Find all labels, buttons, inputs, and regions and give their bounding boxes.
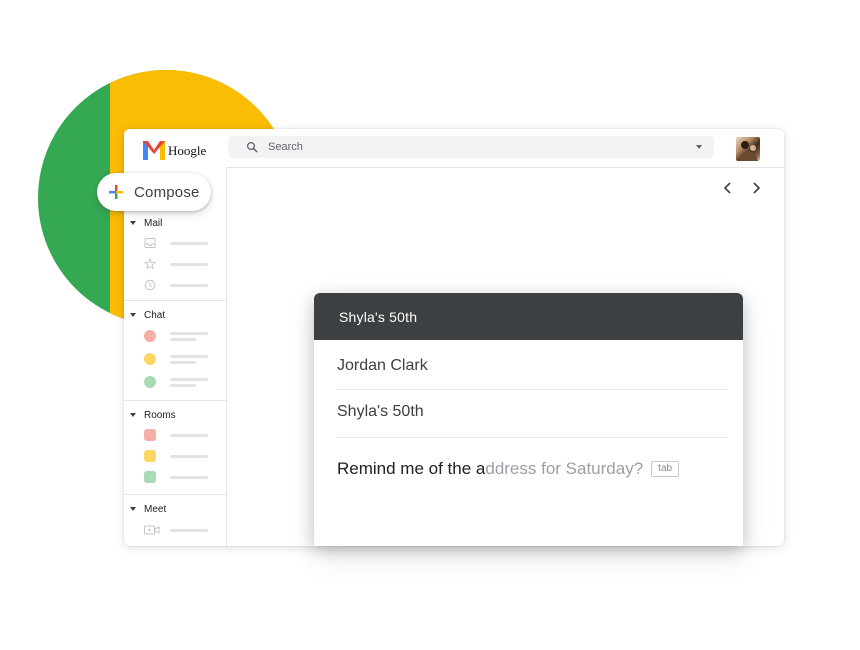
chat-item[interactable]	[144, 376, 226, 388]
card-title: Shyla's 50th	[339, 308, 418, 325]
clock-icon	[144, 279, 156, 291]
section-header-mail[interactable]: Mail	[130, 216, 162, 230]
search-bar[interactable]	[228, 136, 714, 158]
section-label: Meet	[144, 503, 167, 515]
room-icon	[144, 429, 156, 441]
inbox-icon	[144, 238, 156, 248]
chevron-down-icon	[130, 221, 136, 225]
chat-avatar	[144, 376, 156, 388]
sidebar-item-inbox[interactable]	[144, 237, 226, 249]
chevron-down-icon	[130, 313, 136, 317]
search-icon	[246, 141, 258, 153]
compose-card: Shyla's 50th Jordan Clark Shyla's 50th R…	[314, 293, 743, 546]
brand-name: Hoogle	[168, 143, 207, 158]
top-bar: Hoogle	[124, 129, 784, 168]
prev-button[interactable]	[721, 181, 735, 195]
section-header-chat[interactable]: Chat	[130, 308, 165, 322]
placeholder-line	[170, 434, 208, 437]
divider	[124, 494, 226, 495]
room-item[interactable]	[144, 429, 226, 441]
sidebar-item-snoozed[interactable]	[144, 279, 226, 291]
sidebar-item-starred[interactable]	[144, 258, 226, 270]
section-label: Rooms	[144, 409, 176, 421]
placeholder-line	[170, 263, 208, 266]
tab-key-hint: tab	[651, 461, 680, 477]
placeholder-line	[170, 529, 208, 532]
subject-text: Shyla's 50th	[337, 403, 424, 420]
room-item[interactable]	[144, 450, 226, 462]
placeholder-line	[170, 476, 208, 479]
star-icon	[144, 258, 156, 270]
chat-item[interactable]	[144, 330, 226, 342]
sidebar: Mail Chat Rooms Meet	[124, 167, 227, 546]
recipient-name: Jordan Clark	[337, 357, 428, 374]
chevron-down-icon	[130, 507, 136, 511]
compose-button[interactable]: Compose	[97, 173, 211, 211]
compose-label: Compose	[134, 183, 200, 201]
brand-logo-icon[interactable]	[142, 138, 166, 162]
body-field[interactable]: Remind me of the address for Saturday? ta…	[337, 459, 727, 479]
plus-icon	[109, 185, 123, 199]
card-header: Shyla's 50th	[314, 293, 743, 340]
placeholder-line	[170, 361, 196, 364]
room-item[interactable]	[144, 471, 226, 483]
section-label: Mail	[144, 217, 163, 229]
chat-item[interactable]	[144, 353, 226, 365]
placeholder-line	[170, 455, 208, 458]
section-header-rooms[interactable]: Rooms	[130, 408, 176, 422]
placeholder-line	[170, 338, 196, 341]
chat-avatar	[144, 353, 156, 365]
recipient-field[interactable]: Jordan Clark	[337, 357, 727, 375]
chat-avatar	[144, 330, 156, 342]
search-input[interactable]	[268, 136, 668, 158]
subject-field[interactable]: Shyla's 50th	[337, 403, 727, 421]
dropdown-caret-icon[interactable]	[696, 145, 702, 149]
placeholder-line	[170, 378, 208, 381]
room-icon	[144, 471, 156, 483]
smart-compose-suggestion: ddress for Saturday?	[485, 459, 644, 478]
room-icon	[144, 450, 156, 462]
section-label: Chat	[144, 309, 166, 321]
placeholder-line	[170, 242, 208, 245]
video-icon	[144, 525, 160, 535]
meet-item[interactable]	[144, 524, 226, 536]
divider	[337, 389, 727, 390]
placeholder-line	[170, 284, 208, 287]
avatar-photo-icon	[739, 141, 758, 161]
chevron-left-icon	[723, 182, 731, 194]
avatar[interactable]	[736, 137, 760, 161]
divider	[124, 400, 226, 401]
body-typed-text: Remind me of the a	[337, 459, 486, 478]
placeholder-line	[170, 332, 208, 335]
next-button[interactable]	[749, 181, 763, 195]
chevron-right-icon	[753, 182, 761, 194]
chevron-down-icon	[130, 413, 136, 417]
placeholder-line	[170, 355, 208, 358]
placeholder-line	[170, 384, 196, 387]
section-header-meet[interactable]: Meet	[130, 502, 166, 516]
divider	[124, 300, 226, 301]
divider	[337, 437, 727, 438]
